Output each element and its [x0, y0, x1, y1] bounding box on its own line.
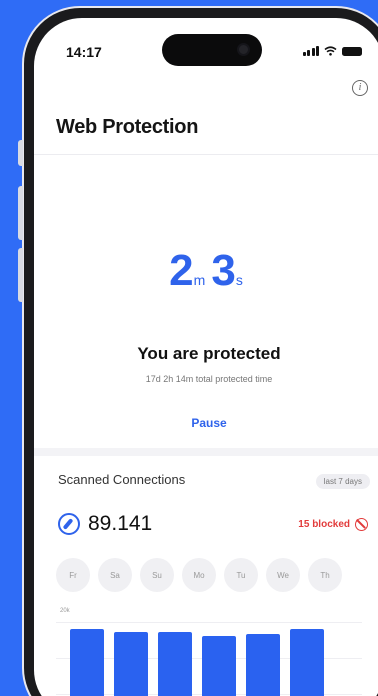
day-selector: Fr Sa Su Mo Tu We Th — [56, 558, 342, 592]
day-chip-fr[interactable]: Fr — [56, 558, 90, 592]
volume-down-button — [18, 248, 23, 302]
chart-bars — [70, 608, 362, 696]
scanned-connections-title: Scanned Connections — [58, 472, 186, 487]
section-divider — [34, 448, 378, 456]
wifi-icon — [324, 46, 337, 56]
protection-timer: 2m 3s — [34, 246, 378, 296]
blocked-label: 15 blocked — [298, 519, 350, 530]
timer-seconds: 3 — [211, 246, 236, 295]
phone-frame: 14:17 i Web Protection 2m 3s You are prot… — [18, 6, 378, 696]
chart-bar-su — [158, 632, 192, 696]
day-chip-we[interactable]: We — [266, 558, 300, 592]
signal-icon — [302, 46, 319, 56]
pause-button[interactable]: Pause — [34, 416, 378, 430]
protected-time-total: 17d 2h 14m total protected time — [145, 374, 273, 384]
status-icons — [302, 46, 362, 56]
protection-status: You are protected — [137, 344, 281, 363]
chart-bar-tu — [246, 634, 280, 696]
day-chip-sa[interactable]: Sa — [98, 558, 132, 592]
timer-minutes-unit: m — [193, 272, 206, 288]
battery-icon — [342, 46, 362, 56]
day-chip-mo[interactable]: Mo — [182, 558, 216, 592]
timer-seconds-unit: s — [235, 272, 243, 288]
chart-bar-we — [290, 629, 324, 696]
connections-bar-chart: 20k — [56, 608, 362, 696]
connections-count: 89.141 — [88, 512, 153, 535]
info-icon[interactable]: i — [352, 80, 368, 96]
block-icon — [355, 518, 368, 531]
connections-count-row: 89.141 — [58, 512, 152, 536]
action-button — [18, 140, 23, 166]
compass-icon — [58, 513, 80, 535]
timer-minutes: 2 — [169, 246, 194, 295]
chart-bar-mo — [202, 636, 236, 696]
day-chip-su[interactable]: Su — [140, 558, 174, 592]
period-selector[interactable]: last 7 days — [315, 474, 370, 489]
day-chip-tu[interactable]: Tu — [224, 558, 258, 592]
status-bar: 14:17 — [34, 18, 378, 72]
chart-bar-sa — [114, 632, 148, 696]
chart-bar-fr — [70, 629, 104, 696]
camera-icon — [237, 43, 250, 56]
blocked-count[interactable]: 15 blocked — [298, 518, 368, 531]
y-tick-max: 20k — [60, 608, 70, 614]
volume-up-button — [18, 186, 23, 240]
divider — [34, 154, 378, 155]
app-screen: 14:17 i Web Protection 2m 3s You are prot… — [34, 18, 378, 696]
day-chip-th[interactable]: Th — [308, 558, 342, 592]
page-title: Web Protection — [56, 116, 199, 138]
dynamic-island — [162, 34, 262, 66]
status-time: 14:17 — [66, 44, 102, 60]
